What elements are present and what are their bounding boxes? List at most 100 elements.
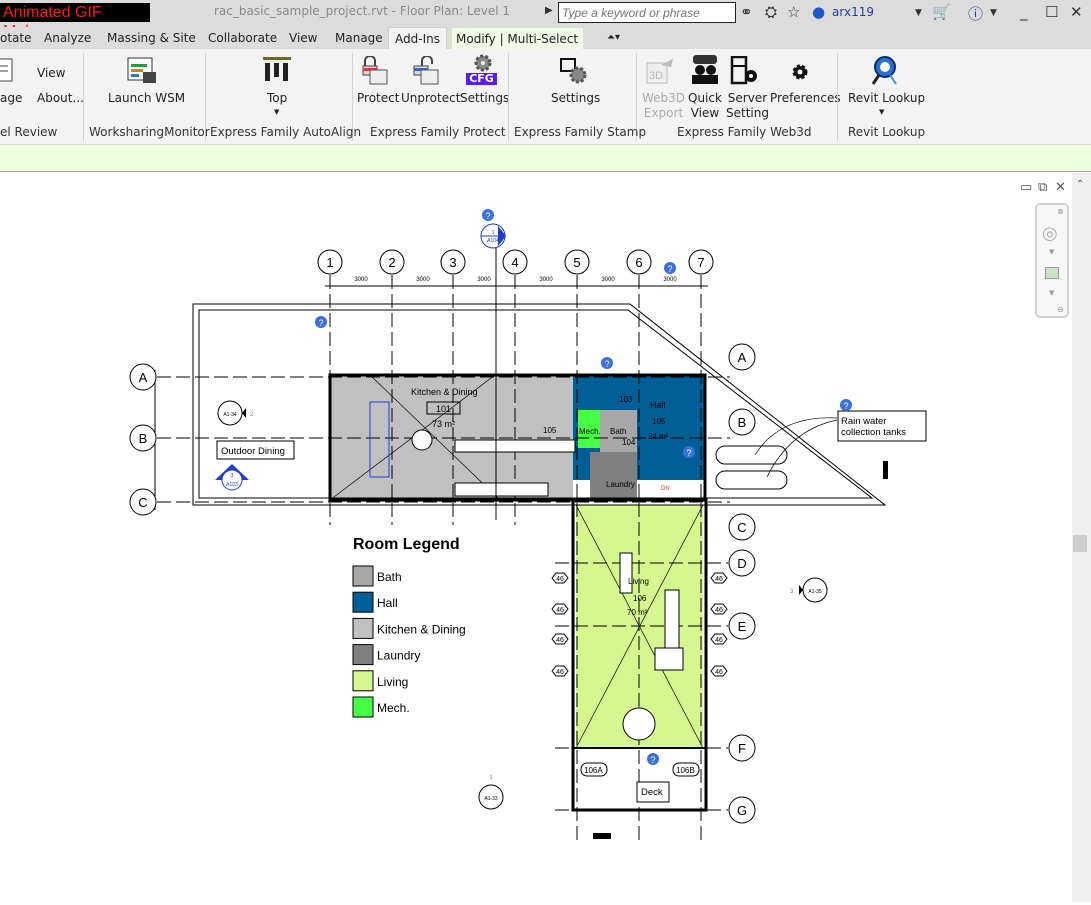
room-area-living: 70 m²: [627, 608, 648, 617]
leader-line: [754, 417, 838, 478]
detail-callout-a135[interactable]: A1-35 3: [790, 577, 828, 603]
view-minimize-icon[interactable]: ▭: [1020, 180, 1032, 195]
tab-collaborate[interactable]: Collaborate: [204, 27, 281, 49]
chevron-down-icon[interactable]: ▼: [1049, 289, 1054, 297]
zoom-region-icon[interactable]: [1045, 267, 1059, 279]
question-mark-icon[interactable]: ?: [315, 316, 327, 328]
door-tag-105: 105: [543, 426, 557, 435]
chevron-down-icon[interactable]: ▼: [274, 105, 279, 120]
tab-annotate[interactable]: otate: [0, 27, 36, 49]
panel-family-web3d: Express Family Web3d: [677, 125, 812, 139]
window-tag[interactable]: 46: [551, 572, 569, 584]
star-icon[interactable]: ☆: [787, 3, 800, 21]
ribbon-minimize-icon[interactable]: ⏶▾: [603, 27, 624, 49]
web3d-export-button[interactable]: Web3D Export: [642, 91, 685, 121]
window-tag[interactable]: 46: [551, 665, 569, 677]
svg-text:A1-33: A1-33: [484, 796, 498, 802]
scrollbar-thumb[interactable]: [1073, 535, 1087, 552]
preferences-button[interactable]: Preferences: [770, 91, 841, 106]
water-tank[interactable]: [715, 470, 788, 490]
svg-text:?: ?: [843, 401, 848, 411]
question-mark-icon[interactable]: ?: [482, 209, 494, 221]
user-name[interactable]: arx119: [832, 5, 874, 19]
unprotect-button[interactable]: Unprotect: [401, 91, 460, 106]
tab-view[interactable]: View: [285, 27, 321, 49]
room-area-kitchen: 73 m²: [432, 419, 455, 429]
window-tag[interactable]: 46: [710, 572, 728, 584]
chevron-down-icon[interactable]: ▼: [915, 8, 922, 18]
binoculars-icon[interactable]: ⚭: [740, 3, 753, 21]
grid-label-g-right: G: [737, 803, 747, 818]
navbar-options-icon[interactable]: ⊖: [1057, 305, 1064, 314]
tab-add-ins[interactable]: Add-Ins: [388, 27, 447, 49]
close-icon[interactable]: ✕: [1070, 3, 1083, 21]
help-icon[interactable]: ⓘ: [968, 3, 983, 24]
question-mark-icon[interactable]: ?: [647, 753, 659, 765]
chevron-down-icon[interactable]: ▼: [1049, 248, 1054, 256]
room-number-living: 106: [633, 594, 647, 603]
question-mark-icon[interactable]: ?: [683, 446, 695, 458]
launch-wsm-button[interactable]: Launch WSM: [108, 91, 185, 106]
legend-swatch-mech-: [352, 696, 374, 718]
room-number-hall: 105: [652, 417, 666, 426]
help-dropdown-icon[interactable]: ▼: [990, 8, 997, 18]
tab-massing-site[interactable]: Massing & Site: [103, 27, 200, 49]
maximize-icon[interactable]: ☐: [1045, 3, 1058, 21]
detail-callout-a133[interactable]: A1-33 1: [478, 775, 504, 810]
view-button[interactable]: View: [37, 66, 65, 81]
quick-label-2: View: [690, 106, 720, 120]
section-callout-a104[interactable]: 1 A104: [480, 223, 506, 249]
drawing-canvas[interactable]: Rain water collection tanks 1 2 3 4 5 6 …: [0, 173, 1072, 902]
search-input[interactable]: [558, 2, 736, 23]
grid-label-4: 4: [511, 255, 518, 270]
grid-label-3: 3: [449, 255, 456, 270]
stamp-settings-button[interactable]: Settings: [551, 91, 600, 106]
expand-arrow-icon[interactable]: ▶: [545, 5, 553, 16]
scroll-up-icon[interactable]: ⌃: [1076, 179, 1084, 190]
room-laundry-fill[interactable]: [590, 452, 637, 500]
tab-manage[interactable]: Manage: [331, 27, 387, 49]
panel-model-review: el Review: [0, 125, 58, 139]
window-tag[interactable]: 46: [710, 603, 728, 615]
top-align-button[interactable]: Top: [267, 91, 287, 106]
view-restore-icon[interactable]: ⧉: [1038, 180, 1047, 195]
rain-water-text-1: Rain water: [841, 416, 886, 427]
window-tag[interactable]: 46: [710, 633, 728, 645]
window-tag[interactable]: 46: [551, 603, 569, 615]
svg-text:?: ?: [604, 359, 609, 369]
user-icon[interactable]: ●: [812, 3, 825, 21]
window-tag[interactable]: 46: [551, 633, 569, 645]
legend-label: Living: [377, 675, 408, 689]
satellite-icon[interactable]: ⛭: [765, 3, 777, 21]
about-button[interactable]: About...: [37, 91, 84, 106]
manage-button[interactable]: age: [0, 91, 22, 106]
elevation-callout-a103[interactable]: 3 A103: [215, 464, 249, 491]
steering-wheel-2d-icon[interactable]: ◎: [1042, 223, 1058, 244]
legend-swatch-bath: [352, 565, 374, 587]
protect-button[interactable]: Protect: [357, 91, 399, 106]
door-tag-103: 103: [619, 395, 633, 404]
quick-view-button[interactable]: Quick View: [688, 91, 722, 121]
minimize-icon[interactable]: _: [1020, 3, 1028, 21]
protect-settings-button[interactable]: Settings: [460, 91, 509, 106]
window-tag[interactable]: 46: [710, 665, 728, 677]
revit-lookup-button[interactable]: Revit Lookup: [848, 91, 925, 106]
question-mark-icon[interactable]: ?: [601, 357, 613, 369]
detail-callout-a134[interactable]: A1-34 2: [217, 400, 254, 426]
tab-modify-multi-select[interactable]: Modify | Multi-Select: [451, 27, 584, 49]
chevron-down-icon[interactable]: ▼: [879, 105, 884, 120]
dimension-text: 3000: [354, 277, 368, 283]
question-mark-icon[interactable]: ?: [840, 399, 852, 411]
question-mark-icon[interactable]: ?: [664, 262, 676, 274]
floor-plan[interactable]: Rain water collection tanks 1 2 3 4 5 6 …: [0, 173, 1072, 902]
wall-end: [593, 833, 611, 839]
deck-label: Deck: [641, 787, 663, 798]
navbar-close-icon[interactable]: ⊗: [1057, 207, 1064, 216]
tab-analyze[interactable]: Analyze: [40, 27, 95, 49]
armchair: [654, 647, 684, 671]
server-setting-button[interactable]: Server Setting: [726, 91, 769, 121]
legend-label: Laundry: [377, 649, 420, 663]
panel-divider: [837, 53, 838, 141]
cart-icon[interactable]: 🛒: [932, 3, 951, 21]
view-close-icon[interactable]: ✕: [1055, 180, 1066, 195]
